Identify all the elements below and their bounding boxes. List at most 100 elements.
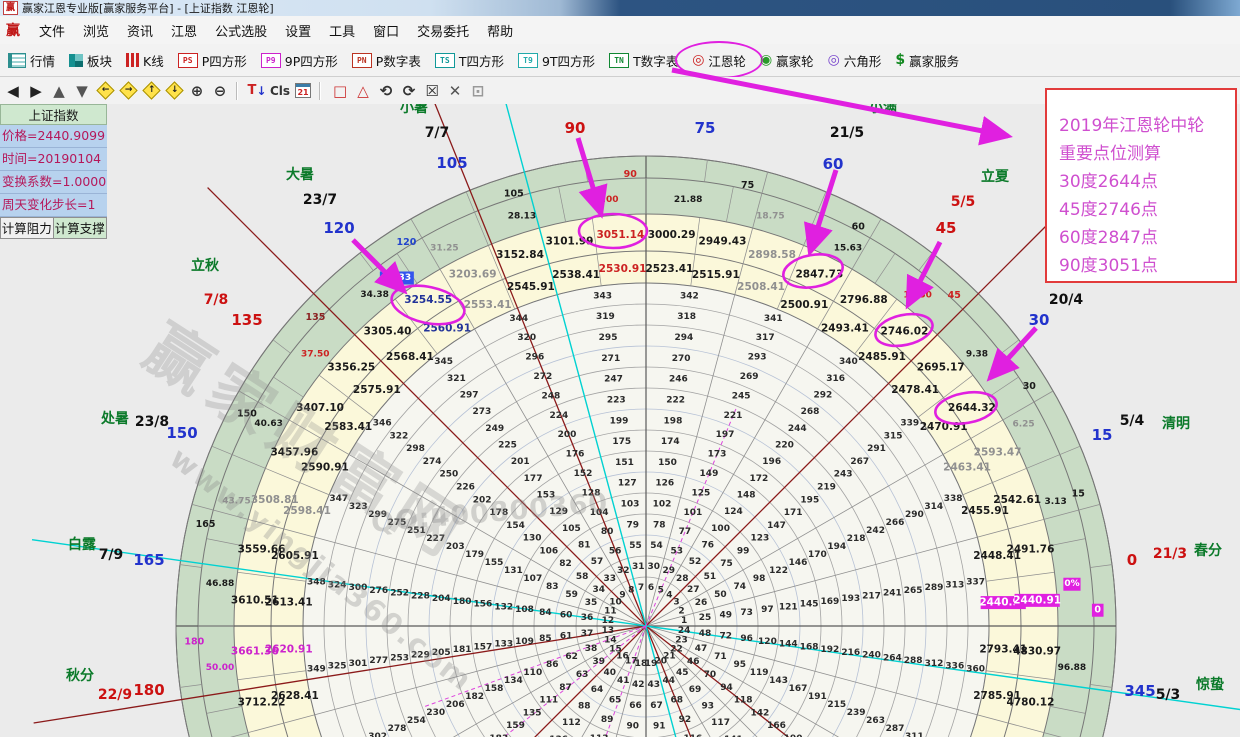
toolbar-item-sectors[interactable]: 板块 [63, 48, 118, 73]
svg-text:123: 123 [750, 534, 769, 544]
toolbar-item-quotes[interactable]: 行情 [2, 48, 61, 73]
cls-button[interactable]: Cls [270, 81, 290, 101]
pan-left-icon[interactable]: ← [95, 81, 115, 101]
rotate-ccw-icon[interactable]: ⟲ [376, 81, 396, 101]
annotation-line-0: 2019年江恩轮中轮 [1059, 112, 1235, 140]
toolbar-item-9p-square[interactable]: P99P四方形 [255, 48, 344, 73]
nav-left-icon[interactable]: ◀ [3, 81, 23, 101]
menu-item-tools[interactable]: 工具 [320, 18, 364, 43]
svg-text:298: 298 [406, 444, 425, 454]
toolbar-item-winner-wheel[interactable]: ◉赢家轮 [754, 48, 820, 73]
svg-text:175: 175 [612, 437, 631, 447]
pan-right-icon[interactable]: → [118, 81, 138, 101]
svg-text:3.13: 3.13 [1045, 497, 1067, 507]
pan-left-icon: ← [96, 81, 114, 99]
toolbar-item-t-number-table[interactable]: TNT数字表 [603, 48, 684, 73]
board-icon[interactable]: ⊡ [468, 81, 488, 101]
svg-text:142: 142 [750, 708, 769, 718]
pan-up-icon[interactable]: ↑ [141, 81, 161, 101]
svg-text:226: 226 [456, 483, 475, 493]
triangle-tool-icon[interactable]: △ [353, 81, 373, 101]
svg-text:94: 94 [720, 683, 733, 693]
zoom-in-icon[interactable]: ⊕ [187, 81, 207, 101]
calc-support-button[interactable]: 计算支撑 [54, 217, 108, 239]
tri-up-icon[interactable]: ▲ [49, 81, 69, 101]
toolbar-item-9t-square[interactable]: T99T四方形 [512, 48, 601, 73]
svg-text:23/8: 23/8 [135, 414, 169, 430]
svg-text:130: 130 [523, 534, 542, 544]
menu-item-browse[interactable]: 浏览 [74, 18, 118, 43]
svg-text:243: 243 [834, 470, 853, 480]
pan-down-icon[interactable]: ↓ [164, 81, 184, 101]
svg-text:156: 156 [474, 600, 493, 610]
svg-text:337: 337 [966, 578, 985, 588]
svg-text:2949.43: 2949.43 [699, 236, 747, 248]
delete-box-icon[interactable]: ☒ [422, 81, 442, 101]
svg-text:106: 106 [539, 546, 558, 556]
kline-label: K线 [143, 51, 164, 70]
svg-text:341: 341 [764, 314, 783, 324]
svg-text:220: 220 [775, 441, 794, 451]
svg-text:171: 171 [784, 508, 803, 518]
svg-text:40: 40 [604, 668, 617, 678]
toolbar-item-gann-wheel[interactable]: ◎江恩轮 [686, 48, 752, 73]
menu-item-window[interactable]: 窗口 [364, 18, 408, 43]
svg-text:2796.88: 2796.88 [840, 294, 888, 306]
sort-icon[interactable]: T↓ [247, 81, 267, 101]
menu-item-formula-stock-pick[interactable]: 公式选股 [206, 18, 276, 43]
svg-text:3203.69: 3203.69 [449, 268, 497, 280]
svg-text:97: 97 [761, 605, 774, 615]
svg-text:7/8: 7/8 [204, 292, 229, 308]
tri-down-icon[interactable]: ▼ [72, 81, 92, 101]
svg-text:秋分: 秋分 [66, 667, 94, 684]
menu-item-settings[interactable]: 设置 [276, 18, 320, 43]
svg-text:107: 107 [523, 574, 542, 584]
svg-text:8: 8 [628, 585, 634, 595]
svg-text:320: 320 [517, 333, 536, 343]
svg-text:198: 198 [664, 416, 683, 426]
svg-text:2746.02: 2746.02 [881, 325, 929, 337]
svg-text:23: 23 [675, 636, 688, 646]
svg-text:293: 293 [748, 353, 767, 363]
scale-icon[interactable]: ✕ [445, 81, 465, 101]
nav-right-icon[interactable]: ▶ [26, 81, 46, 101]
svg-text:11: 11 [604, 606, 617, 616]
app-icon: 赢 [3, 1, 18, 15]
svg-text:223: 223 [607, 395, 626, 405]
toolbar-item-winner-service[interactable]: $赢家服务 [889, 48, 965, 73]
svg-text:143: 143 [769, 676, 788, 686]
toolbar-item-hexagon[interactable]: ◎六角形 [822, 48, 888, 73]
rect-tool-icon[interactable]: □ [330, 81, 350, 101]
menu-item-gann[interactable]: 江恩 [162, 18, 206, 43]
svg-text:312: 312 [925, 659, 944, 669]
menu-item-file[interactable]: 文件 [30, 18, 74, 43]
svg-text:150: 150 [658, 458, 677, 468]
svg-text:99: 99 [737, 546, 750, 556]
calendar-icon[interactable]: 21 [293, 81, 313, 101]
svg-text:34: 34 [593, 585, 606, 595]
svg-text:90: 90 [624, 169, 638, 180]
toolbar-item-kline[interactable]: K线 [120, 48, 170, 73]
svg-text:265: 265 [904, 586, 923, 596]
toolbar-item-t-square[interactable]: TST四方形 [429, 48, 510, 73]
svg-text:5/4: 5/4 [1120, 413, 1145, 429]
p-square-icon: PS [178, 53, 198, 68]
svg-text:325: 325 [328, 662, 347, 672]
svg-text:春分: 春分 [1193, 542, 1222, 559]
toolbar-item-p-number-table[interactable]: PNP数字表 [346, 48, 427, 73]
menu-item-help[interactable]: 帮助 [478, 18, 522, 43]
svg-text:172: 172 [750, 474, 769, 484]
svg-text:50.00: 50.00 [206, 663, 234, 673]
svg-text:21/3: 21/3 [1153, 546, 1187, 562]
menu-item-trade-entrust[interactable]: 交易委托 [408, 18, 478, 43]
svg-text:112: 112 [562, 718, 581, 728]
calc-resistance-button[interactable]: 计算阻力 [0, 217, 54, 239]
svg-text:47: 47 [695, 644, 708, 654]
rotate-cw-icon[interactable]: ⟳ [399, 81, 419, 101]
svg-text:134: 134 [504, 676, 523, 686]
quotes-label: 行情 [30, 51, 55, 70]
toolbar-item-p-square[interactable]: PSP四方形 [172, 48, 253, 73]
menu-item-news[interactable]: 资讯 [118, 18, 162, 43]
svg-text:75: 75 [741, 180, 754, 191]
zoom-out-icon[interactable]: ⊖ [210, 81, 230, 101]
